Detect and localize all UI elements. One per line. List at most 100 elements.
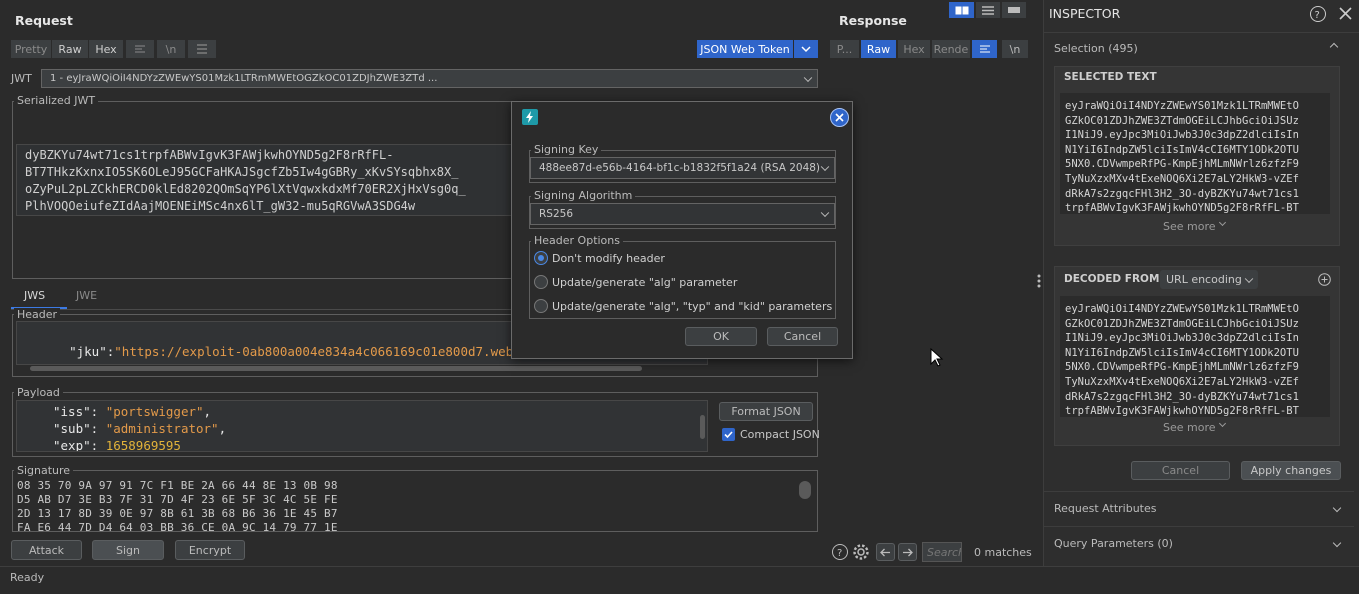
chevron-down-icon — [1244, 274, 1254, 283]
payload-label: Payload — [14, 386, 63, 399]
sign-button[interactable]: Sign — [92, 540, 164, 560]
close-icon[interactable] — [830, 108, 849, 127]
inspector-divider — [1043, 32, 1359, 33]
request-attributes-section[interactable]: Request Attributes — [1044, 491, 1354, 525]
mouse-cursor-icon — [930, 347, 944, 371]
tab-hex[interactable]: Hex — [89, 40, 123, 58]
header-options-label: Header Options — [531, 234, 623, 247]
payload-line-sub: "sub": "administrator", — [53, 421, 227, 436]
cancel-button[interactable]: Cancel — [767, 327, 838, 346]
chevron-down-icon — [1332, 503, 1342, 513]
selected-line: I1NiJ9.eyJpc3MiOiJwb3J0c3dpZ2dlciIsIn — [1065, 129, 1299, 142]
serialized-jwt-editor[interactable]: dyBZKYu74wt71cs1trpfABWvIgvK3FAWjkwhOYND… — [16, 144, 516, 216]
gear-icon[interactable] — [852, 543, 870, 564]
decoded-line: N1YiI6IndpZW5lciIsImV4cCI6MTY1ODk2OTU — [1065, 346, 1299, 359]
request-title: Request — [15, 13, 73, 28]
header-horizontal-scrollbar[interactable] — [30, 366, 642, 371]
response-newline-icon[interactable]: \n — [1002, 40, 1028, 58]
radio-dont-modify[interactable] — [534, 251, 548, 265]
layout-single-icon[interactable] — [1002, 2, 1026, 18]
signing-alg-value: RS256 — [539, 208, 574, 220]
svg-text:?: ? — [837, 548, 842, 559]
payload-scrollbar[interactable] — [700, 415, 705, 439]
add-icon[interactable] — [1318, 273, 1331, 289]
menu-icon[interactable] — [188, 40, 216, 58]
tab-jwe[interactable]: JWE — [76, 289, 97, 302]
status-text: Ready — [10, 571, 45, 584]
response-title: Response — [839, 13, 907, 28]
see-more-link[interactable]: See more — [1163, 421, 1216, 434]
drag-handle-icon[interactable] — [1037, 274, 1041, 291]
header-label: Header — [14, 308, 61, 321]
wrap-icon[interactable] — [126, 40, 154, 58]
encrypt-button[interactable]: Encrypt — [175, 540, 245, 560]
decoding-select[interactable]: URL encoding — [1160, 270, 1258, 289]
radio-update-alg[interactable] — [534, 275, 548, 289]
signing-alg-select[interactable]: RS256 — [530, 203, 835, 225]
chevron-down-icon — [820, 208, 830, 218]
help-icon[interactable]: ? — [831, 543, 849, 564]
arrow-left-icon[interactable] — [876, 543, 895, 561]
chevron-down-icon — [820, 162, 830, 172]
layout-split-icon[interactable] — [949, 2, 974, 18]
tab-jws[interactable]: JWS — [24, 289, 45, 302]
response-tab-render[interactable]: Rende — [932, 40, 970, 58]
header-key: "jku" — [69, 344, 107, 359]
payload-editor[interactable]: "iss": "portswigger", "sub": "administra… — [16, 400, 708, 452]
burp-logo-icon — [522, 109, 538, 125]
layout-rows-icon[interactable] — [976, 2, 1000, 18]
signature-scrollbar[interactable] — [799, 481, 811, 499]
serialized-line: PlhVOQOeiufeZIdAajMOENEiMSc4nx6lT_gW32-m… — [25, 199, 416, 213]
header-value: "https://exploit-0ab800a004e834a4c066169… — [114, 344, 514, 359]
selected-line: trpfABWvIgvK3FAWjkwhOYND5g2F8rRfFL-BT — [1065, 202, 1299, 214]
decoding-select-value: URL encoding — [1166, 273, 1242, 286]
decoded-line: dRkA7s2zgqcFHl3H2_3O-dyBZKYu74wt71cs1 — [1065, 390, 1299, 403]
decoded-line: TyNuXzxMXv4tExeNOQ6Xi2E7aLY2HkW3-vZEf — [1065, 376, 1299, 388]
inspector-cancel-button[interactable]: Cancel — [1131, 461, 1230, 480]
arrow-right-icon[interactable] — [898, 543, 917, 561]
newline-icon[interactable]: \n — [157, 40, 185, 58]
selected-line: GZkOC01ZDJhZWE3ZTdmOGEiLCJhbGciOiJSUz — [1065, 114, 1299, 127]
payload-line-exp: "exp": 1658969595 — [53, 438, 181, 452]
see-more-link[interactable]: See more — [1163, 220, 1216, 233]
signing-alg-label: Signing Algorithm — [531, 189, 636, 202]
tab-raw[interactable]: Raw — [52, 40, 88, 58]
signature-hex-view[interactable]: 08 35 70 9A 97 91 7C F1 BE 2A 66 44 8E 1… — [13, 477, 799, 531]
decoded-text-box[interactable]: eyJraWQiOiI4NDYzZWEwYS01Mzk1LTRmMWEtO GZ… — [1060, 296, 1330, 417]
response-tab-hex[interactable]: Hex — [898, 40, 930, 58]
compact-json-checkbox[interactable] — [722, 428, 735, 441]
signing-key-label: Signing Key — [531, 143, 602, 156]
option-dont-modify-label: Don't modify header — [552, 252, 665, 265]
signing-key-value: 488ee87d-e56b-4164-bf1c-b1832f5f1a24 (RS… — [539, 162, 821, 174]
chevron-down-icon[interactable] — [794, 40, 818, 58]
decoded-line: eyJraWQiOiI4NDYzZWEwYS01Mzk1LTRmMWEtO — [1065, 303, 1299, 315]
selection-label[interactable]: Selection (495) — [1054, 42, 1138, 55]
response-tab-pretty[interactable]: P... — [830, 40, 859, 58]
jwt-select[interactable]: 1 - eyJraWQiOiI4NDYzZWEwYS01Mzk1LTRmMWEt… — [41, 69, 818, 88]
signature-label: Signature — [14, 464, 74, 477]
tab-pretty[interactable]: Pretty — [11, 40, 51, 58]
jwt-selected-value: 1 - eyJraWQiOiI4NDYzZWEwYS01Mzk1LTRmMWEt… — [50, 73, 438, 84]
selected-text-box[interactable]: eyJraWQiOiI4NDYzZWEwYS01Mzk1LTRmMWEtO GZ… — [1060, 93, 1330, 214]
apply-changes-button[interactable]: Apply changes — [1241, 461, 1341, 480]
format-json-button[interactable]: Format JSON — [719, 402, 813, 421]
serialized-line: BT7THkzKxnxIO5SK6OLeJ95GCFaHKAJSgcfZb5Iw… — [25, 165, 459, 179]
close-icon[interactable] — [1339, 7, 1352, 23]
signature-line: 2D 13 17 8D 39 0E 97 8B 61 3B 68 B6 36 1… — [17, 507, 338, 520]
ok-button[interactable]: OK — [685, 327, 757, 346]
compact-json-label: Compact JSON — [740, 428, 820, 441]
decoded-line: trpfABWvIgvK3FAWjkwhOYND5g2F8rRfFL-BT — [1065, 405, 1299, 417]
match-count: 0 matches — [974, 546, 1032, 559]
signing-key-select[interactable]: 488ee87d-e56b-4164-bf1c-b1832f5f1a24 (RS… — [530, 157, 835, 179]
response-wrap-icon[interactable] — [972, 40, 997, 58]
response-search-input[interactable] — [922, 542, 962, 562]
attack-button[interactable]: Attack — [11, 540, 82, 560]
response-tab-raw[interactable]: Raw — [861, 40, 896, 58]
radio-update-alg-typ-kid[interactable] — [534, 299, 548, 313]
query-parameters-section[interactable]: Query Parameters (0) — [1044, 526, 1354, 560]
help-icon[interactable]: ? — [1309, 5, 1327, 26]
selected-line: 5NX0.CDVwmpeRfPG-KmpEjhMLmNWrlz6zfzF9 — [1065, 158, 1299, 171]
svg-text:?: ? — [1315, 10, 1320, 21]
tab-json-web-token[interactable]: JSON Web Token — [697, 40, 793, 58]
serialized-jwt-label: Serialized JWT — [14, 94, 99, 107]
